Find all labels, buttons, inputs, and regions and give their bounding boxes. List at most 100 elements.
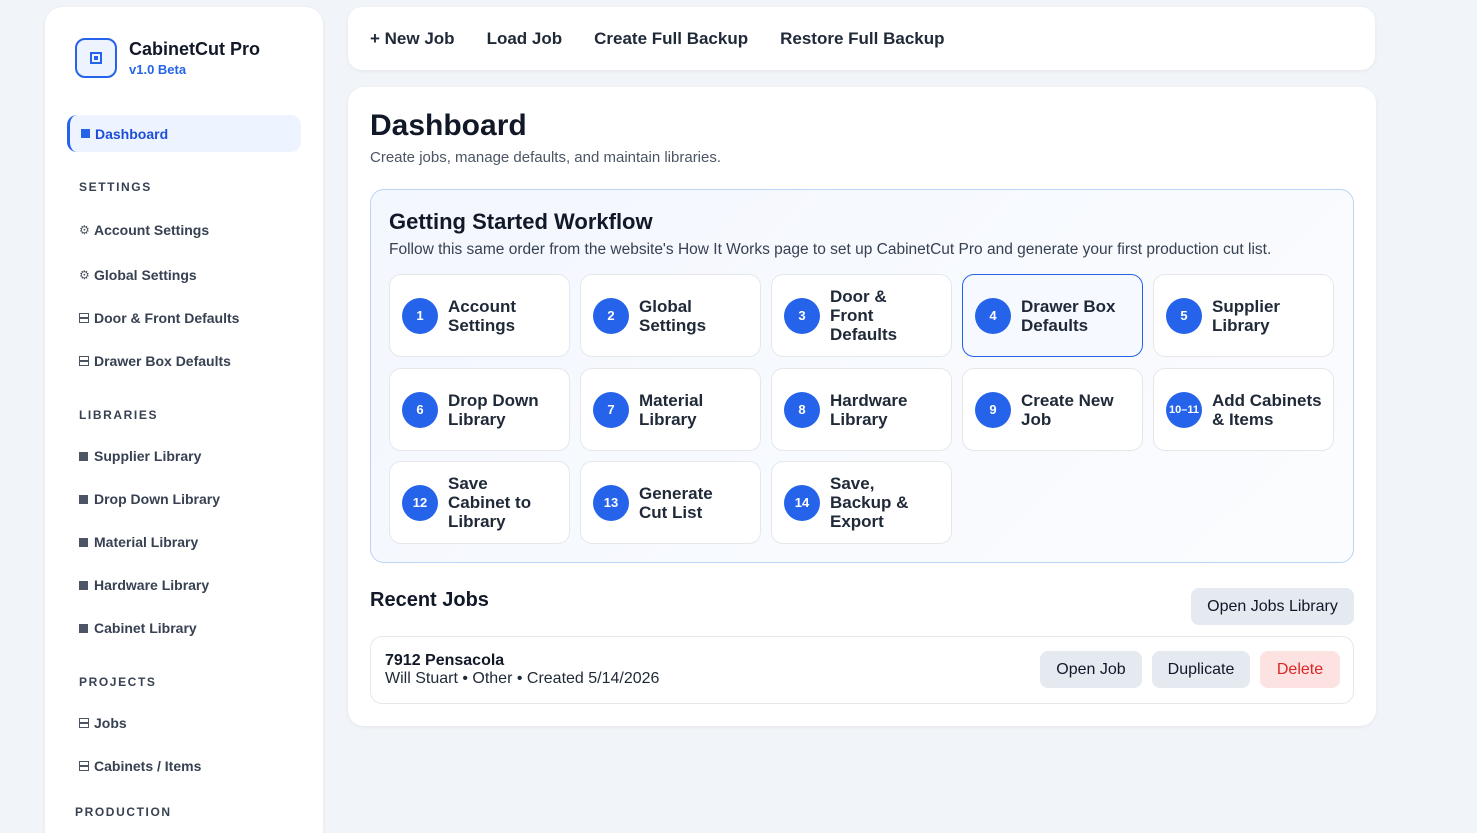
step-label: Generate Cut List [639, 483, 713, 522]
delete-job-button[interactable]: Delete [1260, 651, 1340, 688]
brand-name: CabinetCut Pro [129, 39, 261, 59]
sidebar-item-label: Hardware Library [94, 577, 210, 593]
brand-version: v1.0 Beta [129, 62, 187, 77]
sidebar-item-supplier-library[interactable]: Supplier Library [79, 448, 201, 464]
getting-started-workflow: Getting Started Workflow Follow this sam… [370, 189, 1354, 563]
step-number: 5 [1166, 297, 1202, 334]
sidebar-item-cabinets-items[interactable]: Cabinets / Items [79, 758, 201, 774]
step-number: 6 [402, 391, 438, 428]
workflow-step[interactable]: 2 Global Settings [580, 274, 761, 357]
drawer-icon [79, 356, 89, 366]
workflow-step[interactable]: 8 Hardware Library [771, 368, 952, 451]
workflow-step[interactable]: 1 Account Settings [389, 274, 570, 357]
sidebar-item-hardware-library[interactable]: Hardware Library [79, 577, 209, 593]
jobs-icon [79, 718, 89, 728]
step-label: Material Library [639, 390, 704, 429]
workflow-step[interactable]: 3 Door & Front Defaults [771, 274, 952, 357]
sidebar-item-label: Cabinets / Items [94, 758, 202, 774]
sidebar-item-door-front-defaults[interactable]: Door & Front Defaults [79, 310, 239, 326]
dashboard-icon [81, 129, 90, 138]
sidebar-item-drop-down-library[interactable]: Drop Down Library [79, 491, 220, 507]
job-meta: Will Stuart • Other • Created 5/14/2026 [385, 670, 660, 687]
sidebar-item-cabinet-library[interactable]: Cabinet Library [79, 620, 197, 636]
sidebar: CabinetCut Pro v1.0 Beta Dashboard SETTI… [45, 7, 323, 833]
sidebar-item-label: Material Library [94, 534, 199, 550]
library-icon [79, 494, 88, 504]
step-number: 1 [402, 297, 438, 334]
gear-icon: ⚙ [79, 268, 90, 282]
job-name: 7912 Pensacola [385, 652, 505, 669]
workflow-subtitle: Follow this same order from the website'… [389, 241, 1272, 258]
open-job-button[interactable]: Open Job [1040, 651, 1142, 688]
load-job-button[interactable]: Load Job [487, 29, 563, 49]
step-label: Drop Down Library [448, 390, 539, 429]
cabinet-icon [79, 313, 89, 323]
sidebar-item-account-settings[interactable]: ⚙ Account Settings [79, 222, 209, 238]
library-icon [79, 537, 88, 547]
library-icon [79, 451, 88, 461]
workflow-step[interactable]: 12 Save Cabinet to Library [389, 461, 570, 544]
sidebar-item-label: Account Settings [94, 222, 210, 238]
library-icon [79, 623, 88, 633]
workflow-step[interactable]: 13 Generate Cut List [580, 461, 761, 544]
step-number: 14 [784, 484, 820, 521]
brand: CabinetCut Pro v1.0 Beta [75, 38, 260, 78]
step-label: Door & Front Defaults [830, 287, 898, 344]
cabinet-icon [79, 761, 89, 771]
sidebar-item-material-library[interactable]: Material Library [79, 534, 198, 550]
workflow-step[interactable]: 4 Drawer Box Defaults [962, 274, 1143, 357]
sidebar-item-global-settings[interactable]: ⚙ Global Settings [79, 267, 197, 283]
cabinet-icon [75, 38, 117, 78]
gear-icon: ⚙ [79, 223, 90, 237]
toolbar: + New Job Load Job Create Full Backup Re… [348, 7, 1375, 70]
step-number: 7 [593, 391, 629, 428]
section-libraries: LIBRARIES [79, 408, 159, 422]
recent-jobs-title: Recent Jobs [370, 589, 489, 611]
library-icon [79, 580, 88, 590]
step-label: Hardware Library [830, 390, 908, 429]
step-label: Supplier Library [1212, 296, 1281, 335]
workflow-step[interactable]: 6 Drop Down Library [389, 368, 570, 451]
sidebar-item-label: Global Settings [94, 267, 197, 283]
step-label: Add Cabinets & Items [1212, 390, 1322, 429]
workflow-step[interactable]: 7 Material Library [580, 368, 761, 451]
workflow-step[interactable]: 14 Save, Backup & Export [771, 461, 952, 544]
create-backup-button[interactable]: Create Full Backup [594, 29, 748, 49]
step-number: 13 [593, 484, 629, 521]
step-label: Global Settings [639, 296, 707, 335]
page-title: Dashboard [370, 109, 527, 142]
section-projects: PROJECTS [79, 675, 157, 689]
restore-backup-button[interactable]: Restore Full Backup [780, 29, 944, 49]
workflow-step[interactable]: 5 Supplier Library [1153, 274, 1334, 357]
workflow-title: Getting Started Workflow [389, 209, 653, 234]
sidebar-item-label: Door & Front Defaults [94, 310, 240, 326]
section-production: PRODUCTION [75, 805, 172, 819]
sidebar-item-dashboard[interactable]: Dashboard [67, 115, 301, 152]
sidebar-item-label: Jobs [94, 715, 127, 731]
new-job-button[interactable]: + New Job [370, 29, 455, 49]
dashboard-panel: Dashboard Create jobs, manage defaults, … [348, 87, 1376, 726]
step-number: 2 [593, 297, 629, 334]
workflow-step[interactable]: 10–11 Add Cabinets & Items [1153, 368, 1334, 451]
sidebar-item-label: Drop Down Library [94, 491, 221, 507]
page-subtitle: Create jobs, manage defaults, and mainta… [370, 149, 722, 166]
sidebar-item-label: Supplier Library [94, 448, 202, 464]
step-label: Save, Backup & Export [830, 474, 909, 531]
step-number: 10–11 [1166, 391, 1202, 428]
step-label: Create New Job [1021, 390, 1114, 429]
open-jobs-library-button[interactable]: Open Jobs Library [1191, 588, 1354, 625]
sidebar-item-label: Drawer Box Defaults [94, 353, 231, 369]
sidebar-item-drawer-box-defaults[interactable]: Drawer Box Defaults [79, 353, 231, 369]
step-label: Drawer Box Defaults [1021, 296, 1116, 335]
sidebar-item-label: Dashboard [95, 125, 169, 142]
step-number: 4 [975, 297, 1011, 334]
sidebar-item-label: Cabinet Library [94, 620, 197, 636]
duplicate-job-button[interactable]: Duplicate [1152, 651, 1250, 688]
section-settings: SETTINGS [79, 180, 152, 194]
job-card: 7912 Pensacola Will Stuart • Other • Cre… [370, 636, 1354, 704]
step-number: 9 [975, 391, 1011, 428]
step-number: 3 [784, 297, 820, 334]
step-number: 8 [784, 391, 820, 428]
sidebar-item-jobs[interactable]: Jobs [79, 715, 127, 731]
workflow-step[interactable]: 9 Create New Job [962, 368, 1143, 451]
